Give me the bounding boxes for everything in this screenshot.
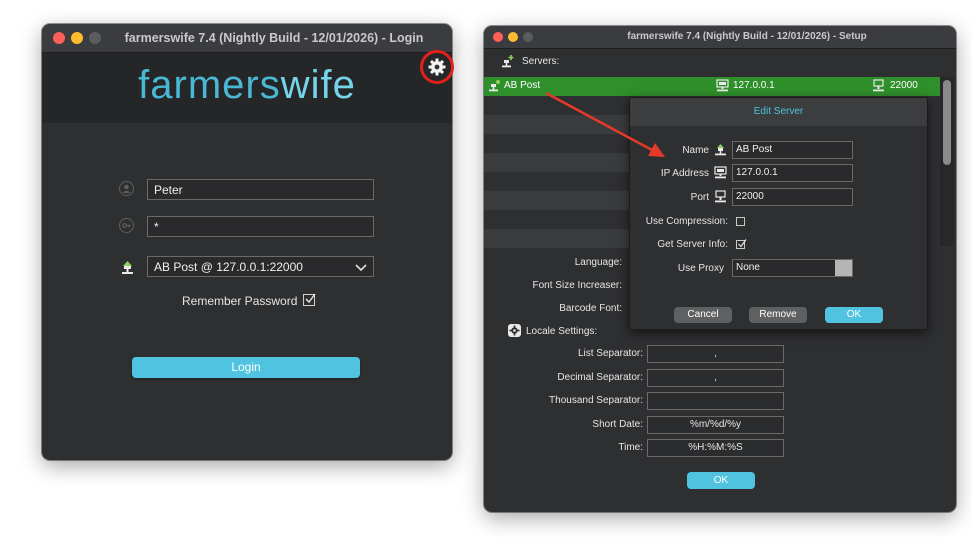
farmerswife-logo: farmerswife — [42, 63, 452, 108]
thousand-separator-label: Thousand Separator: — [549, 395, 643, 406]
decimal-separator-label: Decimal Separator: — [557, 372, 643, 383]
close-window-button[interactable] — [53, 32, 65, 44]
remember-password-label: Remember Password — [182, 294, 298, 308]
time-label: Time: — [618, 442, 643, 453]
barcode-font-label: Barcode Font: — [559, 303, 622, 314]
use-compression-checkbox[interactable] — [736, 217, 745, 226]
chevron-down-icon — [354, 260, 368, 274]
scrollbar-thumb[interactable] — [943, 80, 951, 165]
minimize-window-button[interactable] — [71, 32, 83, 44]
logo-text-wife: wife — [280, 63, 356, 107]
server-row-selected[interactable]: AB Post 127.0.0.1 22000 — [484, 77, 940, 96]
password-input[interactable]: * — [147, 216, 374, 237]
short-date-input[interactable]: %m/%d/%y — [647, 416, 784, 434]
ip-address-label: IP Address — [660, 168, 709, 179]
ip-address-input[interactable]: 127.0.0.1 — [732, 164, 853, 182]
gear-icon[interactable] — [427, 57, 447, 77]
servers-label: Servers: — [522, 56, 560, 67]
get-server-info-checkbox[interactable] — [736, 239, 747, 249]
port-input[interactable]: 22000 — [732, 188, 853, 206]
thousand-separator-input[interactable] — [647, 392, 784, 410]
list-separator-input[interactable]: , — [647, 345, 784, 363]
setup-ok-button[interactable]: OK — [687, 472, 755, 489]
cancel-button[interactable]: Cancel — [674, 307, 732, 323]
zoom-window-button[interactable] — [523, 32, 533, 42]
port-label: Port — [690, 192, 709, 203]
logo-area: farmerswife — [42, 53, 452, 123]
get-server-info-label: Get Server Info: — [657, 239, 728, 250]
server-name-icon — [488, 79, 501, 97]
server-row-ip: 127.0.0.1 — [733, 80, 775, 91]
ip-address-field-icon — [714, 166, 727, 184]
login-titlebar: farmerswife 7.4 (Nightly Build - 12/01/2… — [42, 24, 452, 53]
server-name-input[interactable]: AB Post — [732, 141, 853, 159]
server-list-scrollbar[interactable] — [940, 77, 954, 246]
port-icon — [872, 79, 885, 97]
server-select-value: AB Post @ 127.0.0.1:22000 — [154, 260, 303, 274]
edit-server-ok-button[interactable]: OK — [825, 307, 883, 323]
edit-server-titlebar: Edit Server — [630, 98, 927, 126]
add-server-icon[interactable] — [501, 54, 515, 68]
port-field-icon — [714, 190, 727, 208]
locale-settings-label: Locale Settings: — [526, 326, 598, 337]
use-proxy-value: None — [736, 262, 760, 273]
zoom-window-button[interactable] — [89, 32, 101, 44]
language-label: Language: — [574, 257, 622, 268]
setup-titlebar: farmerswife 7.4 (Nightly Build - 12/01/2… — [484, 26, 956, 49]
key-icon — [119, 218, 134, 233]
edit-server-title: Edit Server — [753, 106, 804, 117]
locale-settings-gear-icon[interactable] — [508, 324, 521, 337]
setup-window: farmerswife 7.4 (Nightly Build - 12/01/2… — [484, 26, 956, 512]
use-compression-label: Use Compression: — [645, 216, 728, 227]
font-size-increaser-label: Font Size Increaser: — [532, 280, 622, 291]
name-icon — [714, 143, 727, 161]
login-button[interactable]: Login — [132, 357, 360, 378]
server-row-name: AB Post — [504, 80, 541, 91]
server-icon — [120, 260, 135, 275]
login-window: farmerswife 7.4 (Nightly Build - 12/01/2… — [42, 24, 452, 460]
remember-password-checkbox[interactable] — [303, 293, 316, 306]
login-window-title: farmerswife 7.4 (Nightly Build - 12/01/2… — [124, 31, 424, 45]
server-row-port: 22000 — [890, 80, 918, 91]
decimal-separator-input[interactable]: , — [647, 369, 784, 387]
time-input[interactable]: %H:%M:%S — [647, 439, 784, 457]
close-window-button[interactable] — [493, 32, 503, 42]
short-date-label: Short Date: — [592, 419, 643, 430]
server-select[interactable]: AB Post @ 127.0.0.1:22000 — [147, 256, 374, 277]
setup-window-title: farmerswife 7.4 (Nightly Build - 12/01/2… — [627, 31, 867, 42]
dropdown-toggle[interactable] — [835, 260, 852, 276]
minimize-window-button[interactable] — [508, 32, 518, 42]
user-icon — [119, 181, 134, 196]
edit-server-dialog: Edit Server Name AB Post IP Address 127.… — [629, 97, 928, 330]
name-label: Name — [682, 145, 709, 156]
use-proxy-select[interactable]: None — [732, 259, 853, 277]
username-input[interactable]: Peter — [147, 179, 374, 200]
list-separator-label: List Separator: — [577, 348, 643, 359]
remove-button[interactable]: Remove — [749, 307, 807, 323]
use-proxy-label: Use Proxy — [677, 263, 724, 274]
logo-text-farmers: farmers — [138, 63, 281, 107]
ip-address-icon — [716, 79, 729, 97]
